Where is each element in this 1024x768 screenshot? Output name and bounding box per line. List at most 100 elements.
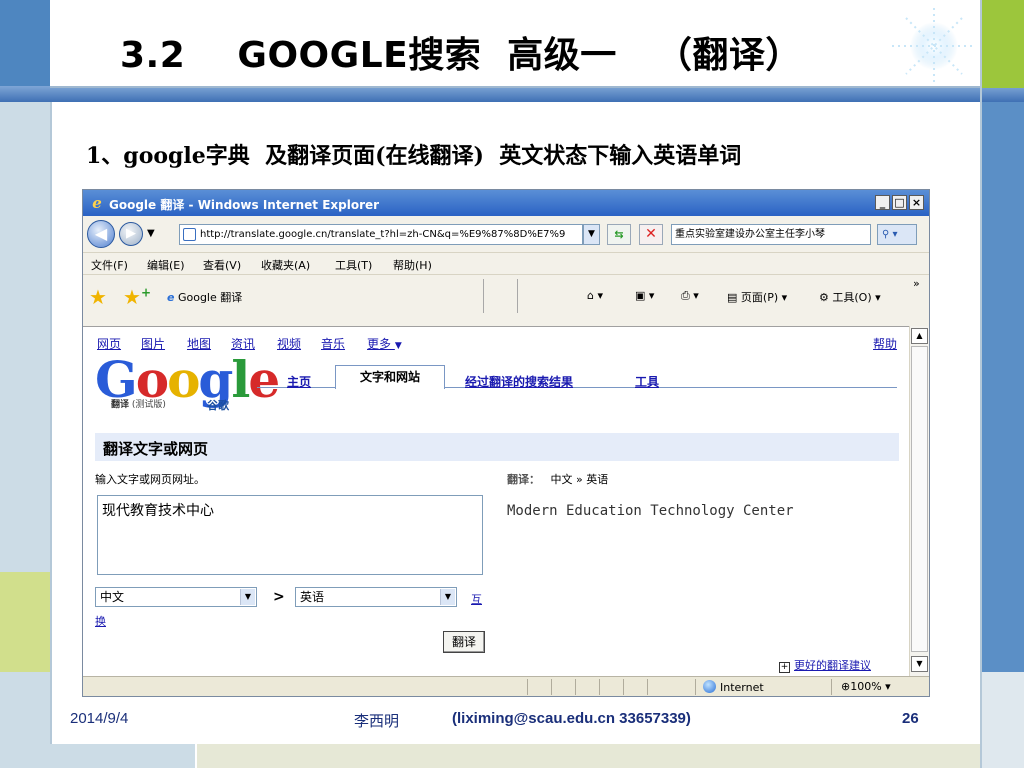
page-menu-icon: ▤	[727, 291, 738, 304]
menu-file[interactable]: 文件(F)	[91, 257, 128, 273]
status-cell	[575, 679, 576, 695]
better-translation-link[interactable]: + 更好的翻译建议	[779, 657, 871, 673]
target-language-select[interactable]: 英语 ▼	[295, 587, 457, 607]
home-icon[interactable]: ⌂ ▾	[587, 289, 603, 302]
history-dropdown-icon[interactable]: ▼	[147, 228, 155, 239]
slide-subtitle: 1、google字典 及翻译页面(在线翻译) 英文状态下输入英语单词	[86, 143, 742, 169]
more-arrow-icon: ▼	[394, 341, 402, 351]
tools-menu-button[interactable]: ⚙ 工具(O) ▾	[819, 289, 881, 305]
logo-guge: 谷歌	[207, 399, 229, 412]
link-more[interactable]: 更多 ▼	[367, 335, 402, 352]
scroll-down-button[interactable]: ▼	[911, 656, 928, 672]
security-zone[interactable]: Internet	[703, 680, 764, 694]
window-titlebar[interactable]: e Google 翻译 - Windows Internet Explorer …	[83, 190, 929, 216]
left-bottom-block	[0, 672, 50, 768]
footer-date: 2014/9/4	[70, 710, 129, 727]
swap-link-cont[interactable]: 换	[95, 613, 106, 629]
source-text-input[interactable]: 现代教育技术中心	[97, 495, 483, 575]
help-link[interactable]: 帮助	[873, 335, 897, 352]
translation-direction: 翻译： 中文 » 英语	[507, 473, 609, 486]
status-cell	[647, 679, 648, 695]
direction-arrow: >	[273, 589, 285, 605]
menu-bar: 文件(F) 编辑(E) 查看(V) 收藏夹(A) 工具(T) 帮助(H)	[83, 252, 929, 274]
window-title: Google 翻译 - Windows Internet Explorer	[109, 198, 380, 212]
right-green-block	[982, 0, 1024, 88]
search-button[interactable]: ⚲ ▾	[877, 224, 917, 245]
page-icon	[183, 228, 196, 241]
menu-view[interactable]: 查看(V)	[203, 257, 241, 273]
status-cell	[599, 679, 600, 695]
swap-link[interactable]: 互	[471, 591, 482, 607]
forward-button[interactable]: ▶	[119, 222, 143, 246]
left-divider	[50, 102, 52, 768]
minimize-button[interactable]: _	[875, 195, 890, 210]
page-content: 网页 图片 地图 资讯 视频 音乐 更多 ▼ 帮助 Google 翻译 (测试版…	[83, 326, 909, 676]
address-dropdown-button[interactable]: ▼	[583, 224, 600, 245]
address-bar[interactable]: http://translate.google.cn/translate_t?h…	[179, 224, 583, 245]
browser-tab[interactable]: e Google 翻译	[167, 289, 242, 305]
status-cell	[623, 679, 624, 695]
scroll-track[interactable]	[911, 346, 928, 652]
address-toolbar: ◀ ▶ ▼ http://translate.google.cn/transla…	[83, 216, 929, 252]
back-button[interactable]: ◀	[87, 220, 115, 248]
tab-label: Google 翻译	[177, 291, 243, 304]
forward-arrow-icon: ▶	[126, 226, 136, 241]
tab-text-and-web[interactable]: 文字和网站	[335, 365, 445, 389]
svg-text:e: e	[92, 195, 102, 211]
ie-window: e Google 翻译 - Windows Internet Explorer …	[82, 189, 930, 697]
add-favorite-icon[interactable]: ★+	[123, 285, 151, 309]
tab-ie-icon: e	[167, 291, 175, 304]
search-input[interactable]: 重点实验室建设办公室主任李小琴	[671, 224, 871, 245]
section-title: 翻译文字或网页	[103, 440, 209, 458]
page-menu-button[interactable]: ▤ 页面(P) ▾	[727, 289, 787, 305]
source-language-select[interactable]: 中文 ▼	[95, 587, 257, 607]
gear-icon: ⚙	[819, 291, 829, 304]
scroll-up-button[interactable]: ▲	[911, 328, 928, 344]
print-icon[interactable]: ⎙ ▾	[681, 289, 699, 303]
footer-contact: (liximing@scau.edu.cn 33657339)	[452, 710, 691, 727]
close-button[interactable]: ×	[909, 195, 924, 210]
tab-home[interactable]: 主页	[287, 373, 311, 390]
status-cell	[831, 679, 832, 695]
bottom-left-strip	[50, 744, 195, 768]
status-cell	[695, 679, 696, 695]
tab-tools[interactable]: 工具	[635, 373, 659, 390]
maximize-button[interactable]: □	[892, 195, 907, 210]
zoom-level[interactable]: ⊕100% ▾	[841, 680, 891, 693]
title-band-edge	[50, 86, 982, 88]
ie-logo-icon: e	[92, 195, 102, 211]
translate-button[interactable]: 翻译	[443, 631, 485, 653]
plus-icon: +	[779, 662, 790, 673]
bottom-strip	[197, 744, 980, 768]
tab-toolbar: ★ ★+ e Google 翻译 ⌂ ▾ ▣ ▾ ⎙ ▾ ▤ 页面(P) ▾ ⚙…	[83, 274, 929, 326]
favorites-star-icon[interactable]: ★	[89, 285, 107, 309]
right-bottom-block	[982, 672, 1024, 768]
address-url: http://translate.google.cn/translate_t?h…	[200, 229, 566, 240]
stop-button[interactable]: ✕	[639, 224, 663, 245]
menu-help[interactable]: 帮助(H)	[393, 257, 432, 273]
slide-title: 3.2 GOOGLE搜索 高级一 （翻译）	[120, 35, 802, 76]
refresh-button[interactable]: ⇆	[607, 224, 631, 245]
search-icon: ⚲	[882, 229, 890, 240]
back-arrow-icon: ◀	[94, 224, 108, 243]
chevron-down-icon: ▼	[440, 589, 455, 605]
status-cell	[527, 679, 528, 695]
toolbar-separator	[517, 279, 518, 313]
vertical-scrollbar[interactable]: ▲ ▼	[909, 326, 929, 676]
link-video[interactable]: 视频	[277, 335, 301, 352]
google-translate-logo[interactable]: Google 翻译 (测试版) 谷歌	[95, 351, 280, 415]
feeds-icon[interactable]: ▣ ▾	[635, 289, 654, 302]
chevron-down-icon: ▼	[240, 589, 255, 605]
title-band	[0, 86, 1024, 102]
menu-edit[interactable]: 编辑(E)	[147, 257, 185, 273]
link-music[interactable]: 音乐	[321, 335, 345, 352]
tab-translated-search[interactable]: 经过翻译的搜索结果	[465, 373, 573, 390]
menu-tools[interactable]: 工具(T)	[335, 257, 372, 273]
status-bar: Internet ⊕100% ▾	[83, 676, 929, 696]
zoom-icon: ⊕	[841, 680, 851, 693]
right-blue-panel	[982, 102, 1024, 672]
menu-favorites[interactable]: 收藏夹(A)	[261, 257, 310, 273]
globe-icon	[703, 680, 716, 693]
chevron-more-icon[interactable]: »	[913, 277, 920, 290]
footer-author: 李西明	[354, 712, 400, 730]
